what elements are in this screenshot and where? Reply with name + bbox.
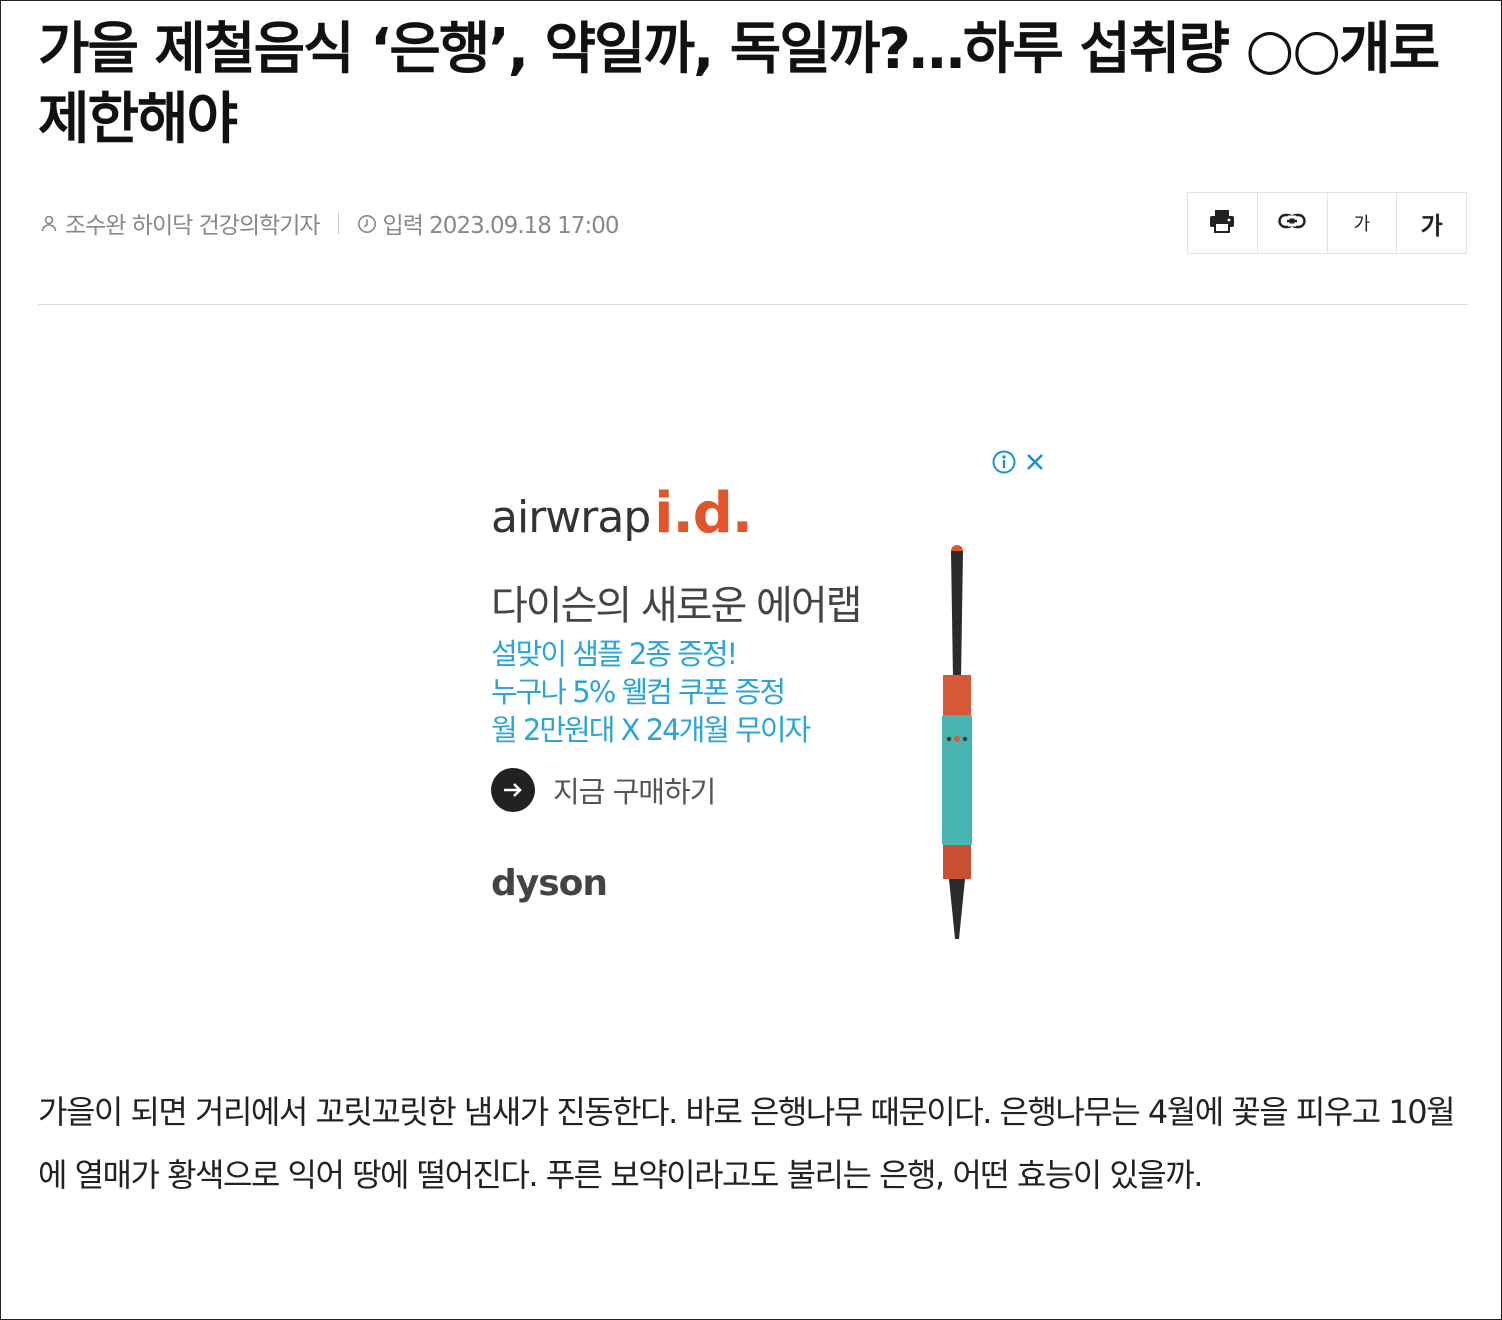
ad-logo-accent: i.d.	[654, 481, 753, 546]
print-button[interactable]	[1188, 193, 1258, 253]
clock-icon	[357, 213, 377, 233]
ad-close-icon[interactable]	[1023, 450, 1047, 478]
dyson-logo: dyson	[491, 863, 608, 904]
copy-link-button[interactable]	[1258, 193, 1328, 253]
font-decrease-button[interactable]: 가	[1328, 193, 1398, 253]
article-body: 가을이 되면 거리에서 꼬릿꼬릿한 냄새가 진동한다. 바로 은행나무 때문이다…	[38, 1093, 1456, 1194]
airwrap-product-image	[942, 545, 972, 939]
ad-info-icon[interactable]	[991, 449, 1017, 479]
header-divider	[38, 304, 1468, 305]
ad-logo-main: airwrap	[491, 492, 651, 543]
article-meta: 조수완 하이닥 건강의학기자 입력 2023.09.18 17:00	[39, 207, 620, 239]
article-toolbar: 가 가	[1187, 192, 1467, 254]
airwrap-logo: airwrap i.d.	[491, 481, 753, 546]
link-icon	[1278, 213, 1306, 233]
arrow-right-icon	[491, 768, 535, 812]
print-icon	[1209, 209, 1235, 237]
font-increase-button[interactable]: 가	[1397, 193, 1466, 253]
ad-cta-label: 지금 구매하기	[553, 775, 716, 809]
meta-separator	[337, 212, 339, 234]
ad-buy-now-button[interactable]: 지금 구매하기	[491, 768, 716, 812]
article-headline: 가을 제철음식 ‘은행’, 약일까, 독일까?…하루 섭취량 ○○개로 제한해야	[38, 17, 1440, 152]
ad-promo-line: 월 2만원대 X 24개월 무이자	[491, 713, 811, 747]
ad-promo-line: 설맞이 샘플 2종 증정!	[491, 637, 738, 671]
page-frame: 가을 제철음식 ‘은행’, 약일까, 독일까?…하루 섭취량 ○○개로 제한해야…	[0, 0, 1502, 1320]
author-name: 조수완 하이닥 건강의학기자	[65, 213, 321, 239]
ad-controls	[991, 449, 1047, 479]
user-icon	[39, 213, 59, 233]
ad-promo-line: 누구나 5% 웰컴 쿠폰 증정	[491, 675, 786, 709]
publish-date: 입력 2023.09.18 17:00	[382, 213, 620, 239]
advertisement[interactable]: airwrap i.d. 다이슨의 새로운 에어랩 설맞이 샘플 2종 증정! …	[481, 441, 1061, 961]
ad-heading: 다이슨의 새로운 에어랩	[491, 583, 862, 629]
